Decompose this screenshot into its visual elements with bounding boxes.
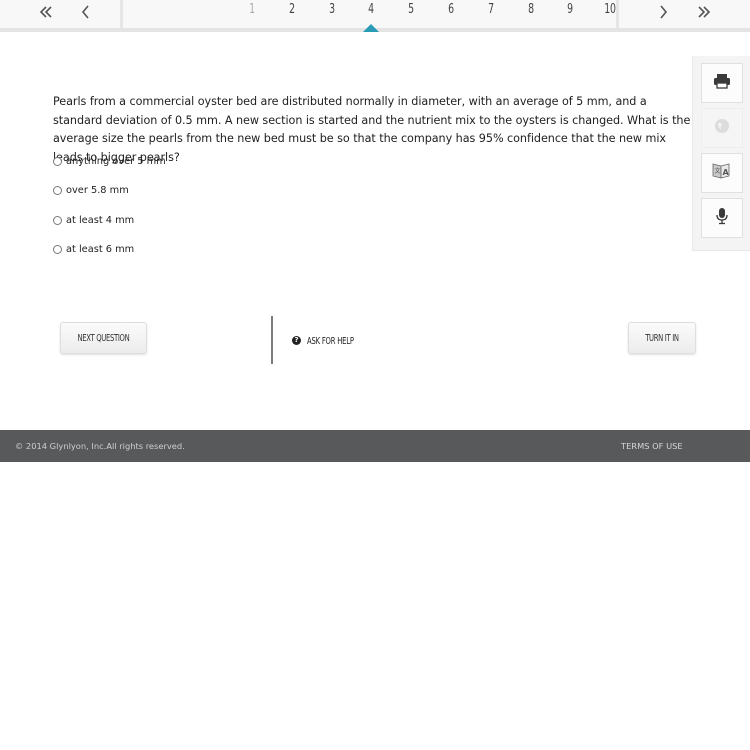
first-question-button[interactable]: [31, 0, 61, 24]
previous-question-button[interactable]: [71, 0, 101, 24]
terms-of-use-link[interactable]: TERMS OF USE: [621, 441, 683, 451]
radio-button[interactable]: [53, 245, 62, 254]
tools-sidebar: A 文: [692, 56, 750, 251]
radio-button[interactable]: [53, 157, 62, 166]
nav-right-group: [616, 0, 750, 28]
double-chevron-left-icon: [39, 6, 53, 18]
svg-text:文: 文: [715, 167, 721, 175]
chevron-right-icon: [658, 5, 668, 19]
action-divider: [271, 316, 273, 364]
translate-button[interactable]: A 文: [701, 153, 743, 193]
page-link[interactable]: 6: [440, 0, 462, 24]
translate-icon: A 文: [712, 162, 732, 185]
page-link[interactable]: 9: [560, 0, 582, 24]
question-navigation: 1 2 3 4 5 6 7 8 9 10: [0, 0, 750, 32]
page-list: 1 2 3 4 5 6 7 8 9 10: [126, 0, 616, 32]
svg-text:A: A: [723, 168, 730, 177]
ask-for-help-label: ASK FOR HELP: [307, 336, 354, 347]
help-icon: ?: [292, 336, 301, 345]
page-link[interactable]: 8: [520, 0, 542, 24]
answer-option[interactable]: at least 6 mm: [53, 244, 134, 255]
answer-label: anything over 5 mm: [66, 156, 166, 167]
globe-button[interactable]: [701, 108, 743, 148]
next-question-button[interactable]: NEXT QUESTION: [60, 322, 147, 354]
answer-label: at least 6 mm: [66, 244, 135, 255]
page-link[interactable]: 5: [400, 0, 422, 24]
answer-label: over 5.8 mm: [66, 185, 129, 196]
next-question-nav-button[interactable]: [648, 0, 678, 24]
printer-icon: [713, 73, 731, 94]
last-question-button[interactable]: [689, 0, 719, 24]
turn-it-in-label: TURN IT IN: [645, 332, 679, 344]
page-link[interactable]: 2: [281, 0, 303, 24]
turn-it-in-button[interactable]: TURN IT IN: [628, 322, 696, 354]
double-chevron-right-icon: [697, 6, 711, 18]
print-button[interactable]: [701, 63, 743, 103]
answer-option[interactable]: at least 4 mm: [53, 215, 134, 226]
answer-option[interactable]: anything over 5 mm: [53, 156, 166, 167]
copyright-text: © 2014 Glynlyon, Inc.All rights reserved…: [15, 441, 185, 451]
microphone-button[interactable]: [701, 198, 743, 238]
page-link[interactable]: 1: [241, 0, 263, 24]
globe-icon: [714, 118, 730, 139]
chevron-left-icon: [81, 5, 91, 19]
answer-label: at least 4 mm: [66, 215, 135, 226]
page-link-current[interactable]: 4: [361, 0, 383, 24]
next-question-label: NEXT QUESTION: [77, 332, 130, 344]
radio-button[interactable]: [53, 186, 62, 195]
radio-button[interactable]: [53, 216, 62, 225]
current-page-indicator: [363, 24, 379, 32]
ask-for-help-button[interactable]: ? ASK FOR HELP: [292, 334, 372, 347]
answer-option[interactable]: over 5.8 mm: [53, 185, 129, 196]
page-link[interactable]: 7: [480, 0, 502, 24]
microphone-icon: [715, 207, 729, 230]
page-link[interactable]: 3: [321, 0, 343, 24]
nav-left-group: [0, 0, 123, 28]
footer: © 2014 Glynlyon, Inc.All rights reserved…: [0, 430, 750, 462]
